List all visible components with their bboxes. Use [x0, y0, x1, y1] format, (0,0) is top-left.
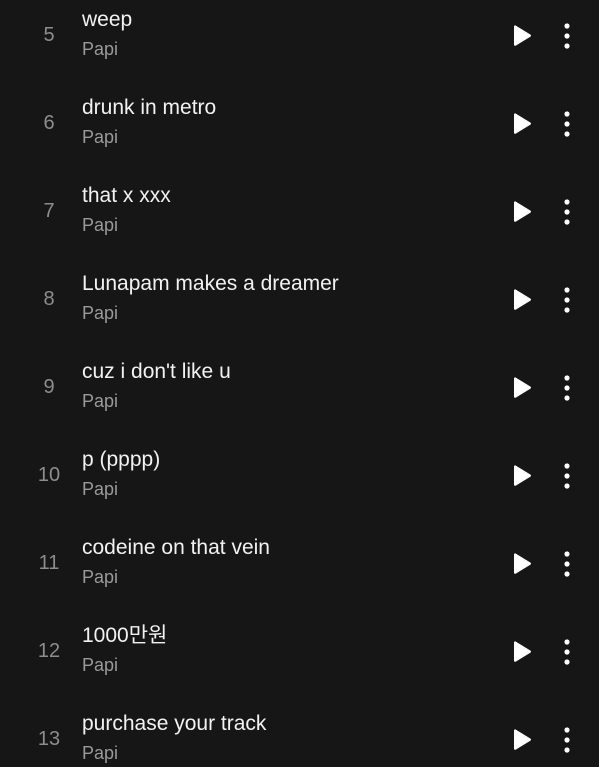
more-options-button[interactable]: [558, 198, 576, 226]
track-info: that x xxx Papi: [82, 183, 479, 236]
play-icon: [514, 465, 532, 486]
play-button[interactable]: [509, 24, 533, 48]
more-options-button[interactable]: [558, 110, 576, 138]
track-number: 11: [38, 551, 60, 574]
track-title: drunk in metro: [82, 96, 217, 119]
more-vertical-icon: [564, 111, 570, 137]
track-row[interactable]: 7 that x xxx Papi: [0, 166, 599, 254]
track-info: weep Papi: [82, 7, 479, 60]
play-button[interactable]: [509, 728, 533, 752]
more-options-button[interactable]: [558, 550, 576, 578]
track-row[interactable]: 11 codeine on that vein Papi: [0, 518, 599, 606]
track-artist: Papi: [82, 655, 119, 675]
track-list: 5 weep Papi 6 drunk in metro Papi 7 that…: [0, 0, 599, 763]
track-row[interactable]: 6 drunk in metro Papi: [0, 78, 599, 166]
play-icon: [514, 553, 532, 574]
play-button[interactable]: [509, 464, 533, 488]
more-options-button[interactable]: [558, 726, 576, 754]
track-title: that x xxx: [82, 184, 171, 207]
track-title: 1000만원: [82, 624, 168, 647]
track-title: weep: [82, 8, 133, 31]
more-options-button[interactable]: [558, 286, 576, 314]
track-number: 6: [43, 111, 55, 134]
track-row[interactable]: 5 weep Papi: [0, 0, 599, 78]
play-icon: [514, 201, 532, 222]
track-row[interactable]: 13 purchase your track Papi: [0, 694, 599, 767]
play-icon: [514, 641, 532, 662]
track-title: purchase your track: [82, 712, 267, 735]
play-button[interactable]: [509, 112, 533, 136]
track-info: Lunapam makes a dreamer Papi: [82, 271, 479, 324]
track-artist: Papi: [82, 743, 119, 763]
more-options-button[interactable]: [558, 22, 576, 50]
track-info: cuz i don't like u Papi: [82, 359, 479, 412]
track-info: drunk in metro Papi: [82, 95, 479, 148]
track-info: 1000만원 Papi: [82, 623, 479, 676]
track-row[interactable]: 12 1000만원 Papi: [0, 606, 599, 694]
track-title: Lunapam makes a dreamer: [82, 272, 339, 295]
track-row[interactable]: 8 Lunapam makes a dreamer Papi: [0, 254, 599, 342]
track-number: 7: [43, 199, 55, 222]
more-vertical-icon: [564, 199, 570, 225]
track-number: 8: [43, 287, 55, 310]
track-artist: Papi: [82, 39, 119, 59]
track-info: purchase your track Papi: [82, 711, 479, 764]
more-vertical-icon: [564, 639, 570, 665]
more-options-button[interactable]: [558, 374, 576, 402]
more-vertical-icon: [564, 287, 570, 313]
track-artist: Papi: [82, 303, 119, 323]
play-icon: [514, 729, 532, 750]
track-artist: Papi: [82, 567, 119, 587]
track-number: 5: [43, 23, 55, 46]
play-button[interactable]: [509, 376, 533, 400]
more-vertical-icon: [564, 23, 570, 49]
track-number: 9: [43, 375, 55, 398]
more-vertical-icon: [564, 375, 570, 401]
track-title: p (pppp): [82, 448, 161, 471]
track-artist: Papi: [82, 127, 119, 147]
track-number: 10: [37, 463, 61, 486]
more-options-button[interactable]: [558, 638, 576, 666]
track-artist: Papi: [82, 479, 119, 499]
track-number: 12: [37, 639, 61, 662]
more-vertical-icon: [564, 463, 570, 489]
play-button[interactable]: [509, 200, 533, 224]
track-artist: Papi: [82, 391, 119, 411]
track-info: codeine on that vein Papi: [82, 535, 479, 588]
play-icon: [514, 25, 532, 46]
play-icon: [514, 113, 532, 134]
more-vertical-icon: [564, 727, 570, 753]
play-button[interactable]: [509, 640, 533, 664]
track-title: cuz i don't like u: [82, 360, 231, 383]
track-artist: Papi: [82, 215, 119, 235]
track-row[interactable]: 10 p (pppp) Papi: [0, 430, 599, 518]
play-button[interactable]: [509, 288, 533, 312]
play-button[interactable]: [509, 552, 533, 576]
more-vertical-icon: [564, 551, 570, 577]
play-icon: [514, 289, 532, 310]
track-row[interactable]: 9 cuz i don't like u Papi: [0, 342, 599, 430]
more-options-button[interactable]: [558, 462, 576, 490]
play-icon: [514, 377, 532, 398]
track-title: codeine on that vein: [82, 536, 270, 559]
track-number: 13: [37, 727, 61, 750]
track-info: p (pppp) Papi: [82, 447, 479, 500]
